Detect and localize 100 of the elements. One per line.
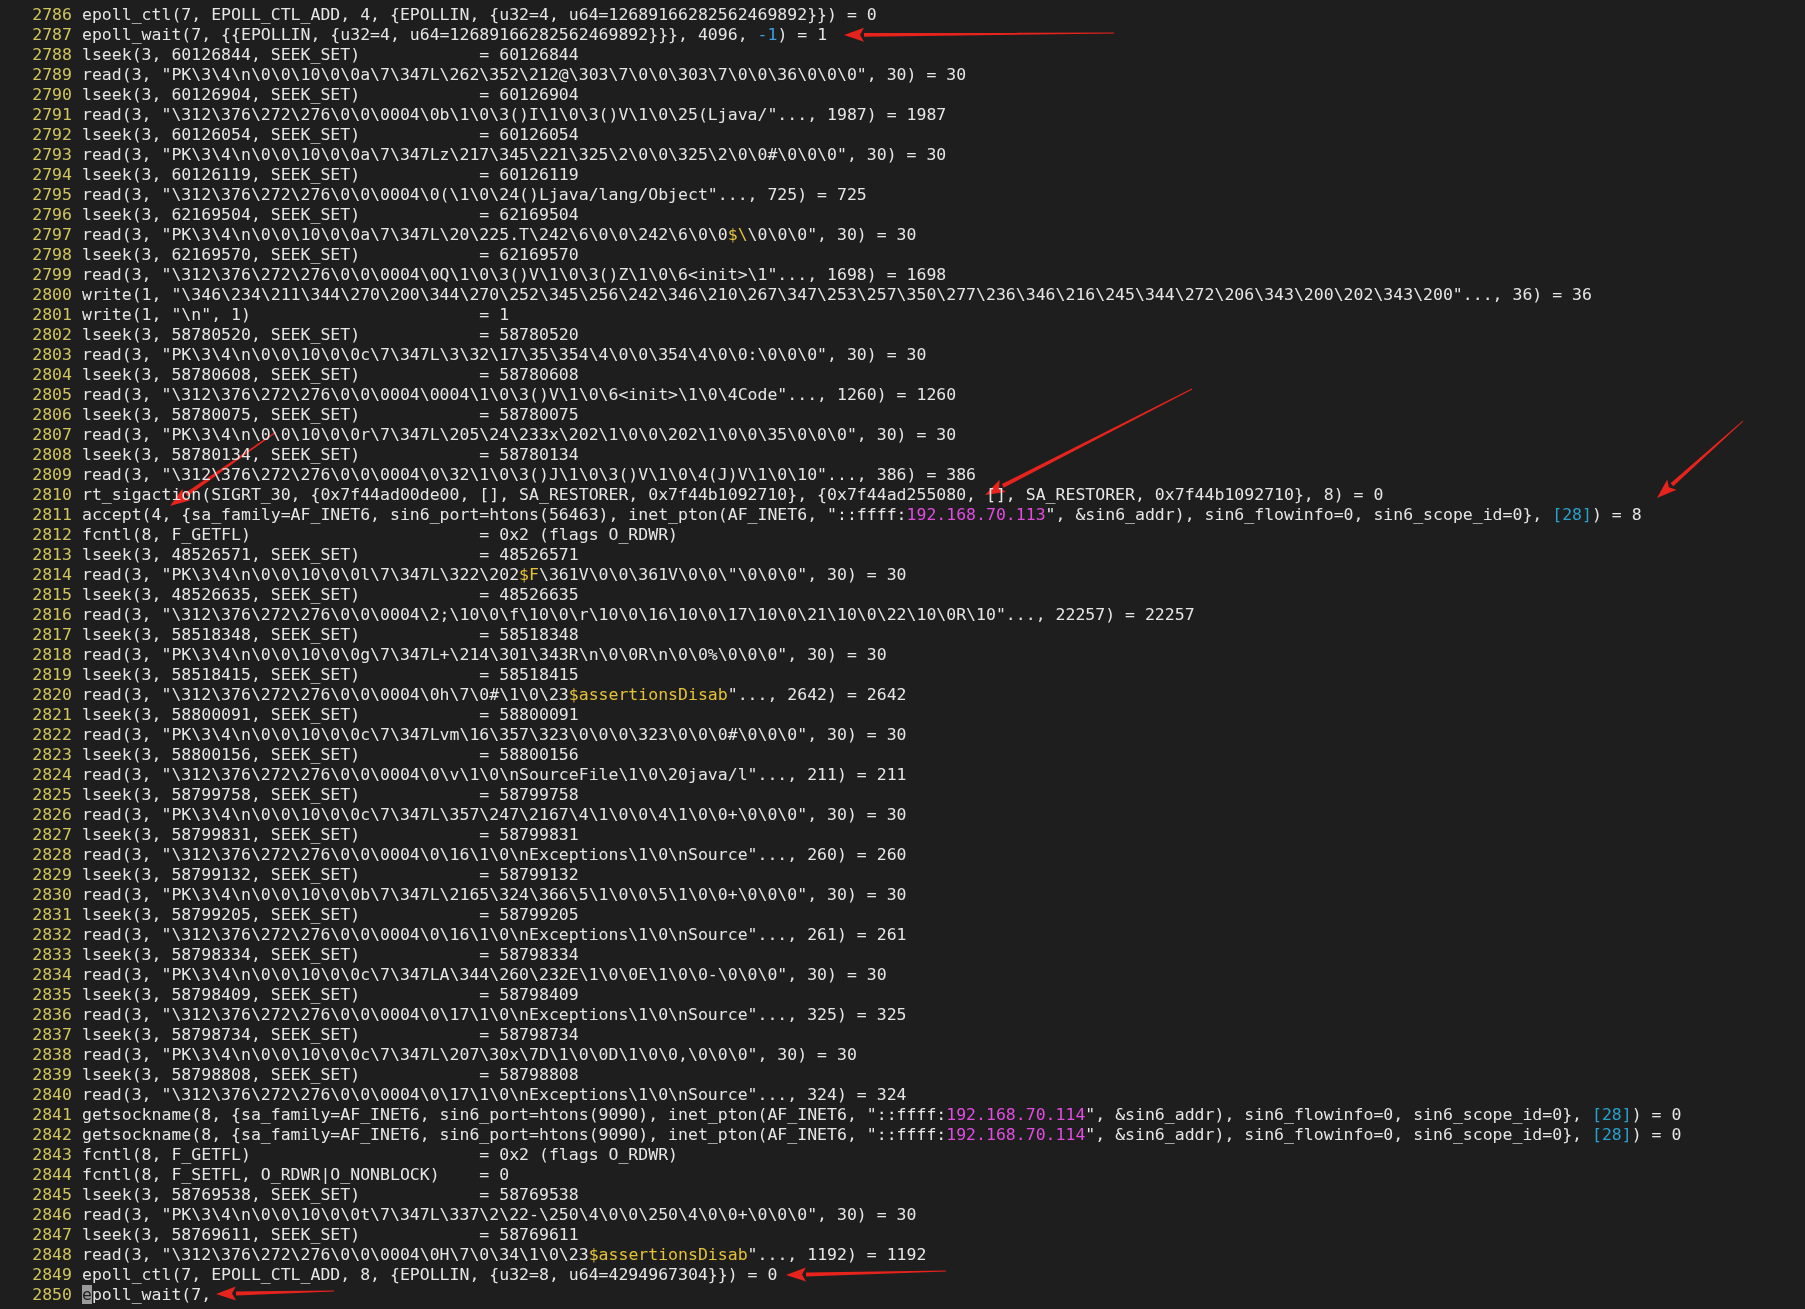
code-line: read(3, "PK\3\4\n\0\0\10\0\0c\7\347LA\344\260\232E\1\0\0E\1\0\0-\0\0\0", 30) = 30	[82, 965, 887, 985]
code-line: read(3, "\312\376\272\276\0\0\0004\0b\1\0\3()I\1\0\3()V\1\0\25(Ljava/"..., 1987) = 1987	[82, 105, 947, 125]
code-line: lseek(3, 58780520, SEEK_SET) = 58780520	[82, 325, 579, 345]
line-number: 2828	[31, 845, 73, 865]
code-line: lseek(3, 60126119, SEEK_SET) = 60126119	[82, 165, 579, 185]
code-line: read(3, "PK\3\4\n\0\0\10\0\0g\7\347L+\214\301\343R\n\0\0R\n\0\0%\0\0\0", 30) = 30	[82, 645, 887, 665]
code-line: epoll_wait(7, {{EPOLLIN, {u32=4, u64=12689166282562469892}}}, 4096, -1) = 1	[82, 25, 828, 45]
line-number: 2832	[31, 925, 73, 945]
line-number: 2842	[31, 1125, 73, 1145]
code-line: epoll_ctl(7, EPOLL_CTL_ADD, 4, {EPOLLIN, {u32=4, u64=12689166282562469892}}) = 0	[82, 5, 877, 25]
line-number: 2794	[31, 165, 73, 185]
code-line: lseek(3, 58798334, SEEK_SET) = 58798334	[82, 945, 579, 965]
code-line: lseek(3, 58769611, SEEK_SET) = 58769611	[82, 1225, 579, 1245]
code-line: read(3, "\312\376\272\276\0\0\0004\0(\1\0\24()Ljava/lang/Object"..., 725) = 725	[82, 185, 867, 205]
line-number: 2804	[31, 365, 73, 385]
code-line: read(3, "PK\3\4\n\0\0\10\0\0c\7\347L\207\30x\7D\1\0\0D\1\0\0,\0\0\0", 30) = 30	[82, 1045, 857, 1065]
line-number: 2811	[31, 505, 73, 525]
code-line: lseek(3, 58780075, SEEK_SET) = 58780075	[82, 405, 579, 425]
line-number: 2838	[31, 1045, 73, 1065]
line-number: 2787	[31, 25, 73, 45]
code-line: lseek(3, 58799132, SEEK_SET) = 58799132	[82, 865, 579, 885]
code-line: lseek(3, 58800091, SEEK_SET) = 58800091	[82, 705, 579, 725]
line-number: 2841	[31, 1105, 73, 1125]
code-line: read(3, "\312\376\272\276\0\0\0004\0\v\1\0\nSourceFile\1\0\20java/l"..., 211) = 211	[82, 765, 907, 785]
line-number: 2820	[31, 685, 73, 705]
code-line: lseek(3, 62169570, SEEK_SET) = 62169570	[82, 245, 579, 265]
code-line: read(3, "PK\3\4\n\0\0\10\0\0c\7\347L\3\32\17\35\354\4\0\0\354\4\0\0:\0\0\0", 30) = 30	[82, 345, 927, 365]
code-line: read(3, "\312\376\272\276\0\0\0004\0004\1\0\3()V\1\0\6<init>\1\0\4Code"..., 1260) = 1260	[82, 385, 957, 405]
code-line: lseek(3, 58518415, SEEK_SET) = 58518415	[82, 665, 579, 685]
line-number: 2813	[31, 545, 73, 565]
code-line: read(3, "\312\376\272\276\0\0\0004\0H\7\0\34\1\0\23$assertionsDisab"..., 1192) = 1192	[82, 1245, 927, 1265]
line-number: 2827	[31, 825, 73, 845]
line-number: 2824	[31, 765, 73, 785]
line-number: 2843	[31, 1145, 73, 1165]
line-number: 2819	[31, 665, 73, 685]
code-line: lseek(3, 58799205, SEEK_SET) = 58799205	[82, 905, 579, 925]
line-number: 2807	[31, 425, 73, 445]
line-number: 2805	[31, 385, 73, 405]
code-line: read(3, "\312\376\272\276\0\0\0004\0\17\1\0\nExceptions\1\0\nSource"..., 325) = 325	[82, 1005, 907, 1025]
line-number: 2817	[31, 625, 73, 645]
line-number: 2830	[31, 885, 73, 905]
line-number: 2829	[31, 865, 73, 885]
code-line: lseek(3, 58518348, SEEK_SET) = 58518348	[82, 625, 579, 645]
line-number: 2808	[31, 445, 73, 465]
line-number: 2839	[31, 1065, 73, 1085]
line-number: 2791	[31, 105, 73, 125]
code-line: lseek(3, 60126904, SEEK_SET) = 60126904	[82, 85, 579, 105]
line-number: 2818	[31, 645, 73, 665]
line-number: 2825	[31, 785, 73, 805]
code-line: read(3, "\312\376\272\276\0\0\0004\0\17\1\0\nExceptions\1\0\nSource"..., 324) = 324	[82, 1085, 907, 1105]
line-number: 2812	[31, 525, 73, 545]
line-number: 2786	[31, 5, 73, 25]
code-line: getsockname(8, {sa_family=AF_INET6, sin6_port=htons(9090), inet_pton(AF_INET6, "::ffff:192.168.70.114", &sin6_addr), sin6_flowinfo=0, sin6_scope_id=0}, [28]) = 0	[82, 1105, 1682, 1125]
line-number: 2798	[31, 245, 73, 265]
line-number: 2836	[31, 1005, 73, 1025]
line-number: 2822	[31, 725, 73, 745]
line-number: 2823	[31, 745, 73, 765]
line-number: 2806	[31, 405, 73, 425]
line-number: 2788	[31, 45, 73, 65]
line-number: 2790	[31, 85, 73, 105]
line-number: 2792	[31, 125, 73, 145]
code-line: lseek(3, 62169504, SEEK_SET) = 62169504	[82, 205, 579, 225]
line-number: 2816	[31, 605, 73, 625]
code-line: fcntl(8, F_GETFL) = 0x2 (flags O_RDWR)	[82, 525, 679, 545]
line-number: 2849	[31, 1265, 73, 1285]
code-line: read(3, "PK\3\4\n\0\0\10\0\0a\7\347Lz\217\345\221\325\2\0\0\325\2\0\0#\0\0\0", 30) = 30	[82, 145, 947, 165]
code-line: lseek(3, 58799758, SEEK_SET) = 58799758	[82, 785, 579, 805]
code-line: read(3, "PK\3\4\n\0\0\10\0\0r\7\347L\205\24\233x\202\1\0\0\202\1\0\0\35\0\0\0", 30) = 30	[82, 425, 957, 445]
line-number: 2833	[31, 945, 73, 965]
code-line: write(1, "\n", 1) = 1	[82, 305, 510, 325]
code-line: read(3, "\312\376\272\276\0\0\0004\0Q\1\0\3()V\1\0\3()Z\1\0\6<init>\1"..., 1698) = 1698	[82, 265, 947, 285]
line-number: 2800	[31, 285, 73, 305]
line-number: 2847	[31, 1225, 73, 1245]
code-line: fcntl(8, F_GETFL) = 0x2 (flags O_RDWR)	[82, 1145, 679, 1165]
code-line: lseek(3, 58780608, SEEK_SET) = 58780608	[82, 365, 579, 385]
code-line: read(3, "PK\3\4\n\0\0\10\0\0t\7\347L\337\2\22-\250\4\0\0\250\4\0\0+\0\0\0", 30) = 30	[82, 1205, 917, 1225]
code-line: read(3, "\312\376\272\276\0\0\0004\0h\7\0#\1\0\23$assertionsDisab"..., 2642) = 2642	[82, 685, 907, 705]
line-number: 2796	[31, 205, 73, 225]
line-number: 2815	[31, 585, 73, 605]
line-number: 2803	[31, 345, 73, 365]
line-number: 2799	[31, 265, 73, 285]
code-line: fcntl(8, F_SETFL, O_RDWR|O_NONBLOCK) = 0	[82, 1165, 510, 1185]
line-number: 2835	[31, 985, 73, 1005]
line-number: 2846	[31, 1205, 73, 1225]
code-line: read(3, "PK\3\4\n\0\0\10\0\0a\7\347L\262\352\212@\303\7\0\0\303\7\0\0\36\0\0\0", 30) = 30	[82, 65, 967, 85]
line-number: 2840	[31, 1085, 73, 1105]
line-number: 2809	[31, 465, 73, 485]
line-number: 2802	[31, 325, 73, 345]
line-number: 2831	[31, 905, 73, 925]
line-number: 2826	[31, 805, 73, 825]
code-line: lseek(3, 58798808, SEEK_SET) = 58798808	[82, 1065, 579, 1085]
line-number: 2793	[31, 145, 73, 165]
code-line: epoll_wait(7,	[82, 1285, 212, 1305]
line-number: 2814	[31, 565, 73, 585]
code-line: lseek(3, 58799831, SEEK_SET) = 58799831	[82, 825, 579, 845]
code-line: read(3, "\312\376\272\276\0\0\0004\2;\10\0\f\10\0\r\10\0\16\10\0\17\10\0\21\10\0\22\10\0R\10"..., 22257) = 22257	[82, 605, 1195, 625]
line-number: 2844	[31, 1165, 73, 1185]
code-line: read(3, "\312\376\272\276\0\0\0004\0\16\1\0\nExceptions\1\0\nSource"..., 261) = 261	[82, 925, 907, 945]
line-number: 2801	[31, 305, 73, 325]
line-number: 2834	[31, 965, 73, 985]
